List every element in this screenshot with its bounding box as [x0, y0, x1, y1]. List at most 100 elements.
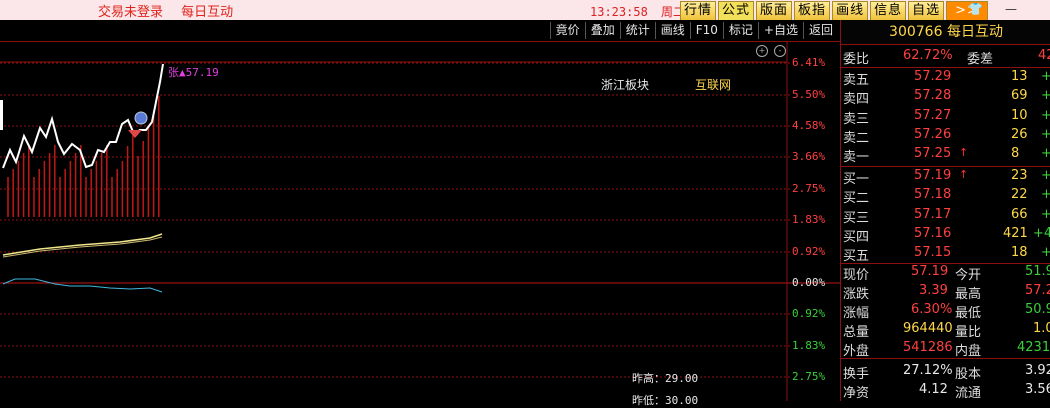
quote-panel: 300766 每日互动 委比 62.72% 委差 42 卖五 57.29 13 + 卖四 57.2… — [840, 20, 1050, 401]
buy-volume: 22 — [1011, 187, 1028, 203]
stat-label-2: 股本 — [955, 367, 982, 382]
price-tag: 张▲57.19 — [168, 66, 219, 79]
stat-label-2: 今开 — [955, 268, 982, 283]
percent-tick-label: 0.00% — [792, 276, 826, 289]
sell-change: + — [1041, 146, 1050, 162]
sell-row: 卖五 57.29 13 + — [841, 69, 1050, 88]
industry-label[interactable]: 互联网 — [695, 76, 731, 93]
login-status: 交易未登录 — [98, 5, 164, 20]
sell-change: + — [1041, 107, 1050, 123]
zoom-out-icon[interactable]: - — [774, 45, 786, 57]
stat-label-2: 量比 — [955, 325, 982, 340]
zoom-controls: + - — [756, 45, 786, 57]
buy-price: 57.17 — [914, 206, 952, 222]
stat-label: 现价 — [843, 268, 870, 283]
stat-value-2: 51.9 — [1025, 264, 1050, 279]
percent-tick-label: 5.50% — [792, 88, 826, 101]
stat-value-2: 42315 — [1017, 340, 1050, 355]
commission-row: 委比 62.72% 委差 42 — [841, 48, 1050, 67]
left-edge-marker — [0, 100, 3, 130]
sell-volume: 10 — [1011, 107, 1028, 123]
panel-separator — [841, 67, 1050, 68]
buy-volume: 421 — [1003, 225, 1028, 241]
percent-tick-label: 2.75% — [792, 370, 826, 383]
stat-value-2: 3.56 — [1025, 382, 1050, 397]
buy-row: 买一 57.19 23 + ↑ — [841, 168, 1050, 187]
buy-change: + — [1041, 206, 1050, 222]
nav-button-6[interactable]: 自选 — [908, 1, 945, 21]
sell-price: 57.26 — [914, 126, 952, 142]
toolbar-button-6[interactable]: +自选 — [757, 22, 803, 39]
nav-button-2[interactable]: 版面 — [756, 1, 793, 21]
stat-value-2: 57.2 — [1025, 283, 1050, 298]
sell-volume: 13 — [1011, 69, 1028, 84]
sector-label[interactable]: 浙江板块 — [601, 76, 649, 93]
stat-label-2: 最高 — [955, 287, 982, 302]
stat-label: 外盘 — [843, 344, 870, 359]
buy-volume: 23 — [1011, 168, 1028, 183]
stock-name-top: 每日互动 — [181, 5, 234, 20]
stat-value: 541286 — [903, 340, 953, 355]
window-controls: 👕 — — [968, 2, 1017, 16]
minimize-icon[interactable]: — — [1005, 2, 1017, 16]
average-line — [2, 233, 163, 256]
up-arrow-icon: ↑ — [959, 146, 969, 160]
buy-label: 买三 — [843, 210, 870, 226]
toolbar-button-1[interactable]: 叠加 — [584, 22, 620, 39]
stat-label-2: 最低 — [955, 306, 982, 321]
toolbar-buttons: 竟价 叠加 统计 画线 F10 标记 +自选 返回 — [549, 22, 838, 39]
nav-button-3[interactable]: 板指 — [794, 1, 831, 21]
wb-label: 委比 — [843, 52, 870, 67]
stat-row: 总量 964440 量比 1.0 — [841, 321, 1050, 340]
stat-row: 涨幅 6.30% 最低 50.9 — [841, 302, 1050, 321]
stat-value-2: 50.9 — [1025, 302, 1050, 317]
buy-change: + — [1041, 187, 1050, 203]
sell-label: 卖四 — [843, 92, 870, 108]
panel-separator — [841, 166, 1050, 167]
sell-label: 卖五 — [843, 73, 870, 88]
toolbar-button-0[interactable]: 竟价 — [549, 22, 585, 39]
panel-separator — [841, 358, 1050, 359]
toolbar-button-7[interactable]: 返回 — [802, 22, 838, 39]
buy-row: 买五 57.15 18 + — [841, 245, 1050, 264]
buy-price: 57.16 — [914, 225, 952, 241]
buy-label: 买一 — [843, 172, 870, 187]
nav-button-1[interactable]: 公式 — [718, 1, 755, 21]
sell-change: + — [1041, 69, 1050, 84]
nav-button-4[interactable]: 画线 — [832, 1, 869, 21]
stat-label: 换手 — [843, 367, 870, 382]
shirt-icon[interactable]: 👕 — [968, 2, 983, 16]
toolbar-button-4[interactable]: F10 — [689, 22, 723, 39]
prev-high: 昨高：29.00 — [632, 372, 699, 385]
time-text: 13:23:58 — [590, 5, 648, 19]
buy-volume: 66 — [1011, 206, 1028, 222]
buy-label: 买五 — [843, 249, 870, 265]
sell-change: + — [1041, 88, 1050, 104]
nav-button-0[interactable]: 行情 — [680, 1, 717, 21]
percent-tick-label: 6.41% — [792, 56, 826, 69]
buy-change: +4 — [1033, 225, 1050, 241]
buy-price: 57.18 — [914, 187, 952, 203]
stat-row: 涨跌 3.39 最高 57.2 — [841, 283, 1050, 302]
percent-tick-label: 0.92% — [792, 307, 826, 320]
toolbar-button-2[interactable]: 统计 — [619, 22, 655, 39]
clock: 13:23:58 周二 — [590, 3, 691, 20]
stock-name: 每日互动 — [946, 24, 1003, 40]
buy-row: 买四 57.16 421 +4 — [841, 226, 1050, 245]
stock-title: 300766 每日互动 — [841, 20, 1050, 45]
up-arrow-icon: ↑ — [959, 168, 969, 181]
buy-price: 57.15 — [914, 245, 952, 261]
top-bar: 交易未登录 每日互动 13:23:58 周二 行情 公式 版面 板指 画线 信息 自选 >> … — [0, 0, 1050, 21]
chart-canvas — [0, 42, 840, 401]
stat-value: 3.39 — [919, 283, 948, 298]
nav-button-5[interactable]: 信息 — [870, 1, 907, 21]
toolbar-button-5[interactable]: 标记 — [722, 22, 758, 39]
percent-tick-label: 1.83% — [792, 339, 826, 352]
prev-low: 昨低：30.00 — [632, 394, 699, 407]
nav-buttons: 行情 公式 版面 板指 画线 信息 自选 >> — [680, 0, 990, 21]
sell-price: 57.25 — [914, 146, 952, 162]
zoom-in-icon[interactable]: + — [756, 45, 768, 57]
sell-volume: 26 — [1011, 126, 1028, 142]
toolbar-button-3[interactable]: 画线 — [654, 22, 690, 39]
stat-label: 总量 — [843, 325, 870, 340]
